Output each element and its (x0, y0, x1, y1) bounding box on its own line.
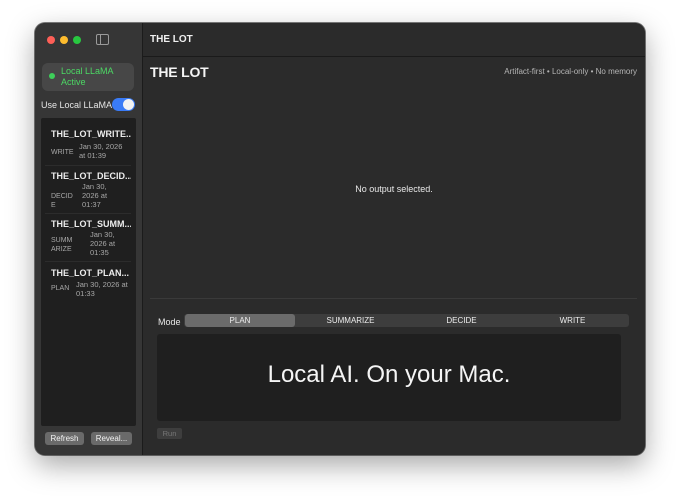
app-window: Local LLaMA Active Use Local LLaMA THE_L… (35, 23, 645, 455)
mode-plan-segment[interactable]: PLAN (185, 314, 295, 327)
item-title: THE_LOT_SUMM... (51, 219, 131, 229)
mode-label: Mode (158, 317, 181, 327)
use-local-llama-toggle[interactable] (112, 98, 135, 111)
output-list[interactable]: THE_LOT_WRITE... WRITE Jan 30, 2026 at 0… (41, 118, 136, 426)
item-title: THE_LOT_DECID... (51, 171, 131, 181)
mode-write-segment[interactable]: WRITE (517, 314, 628, 327)
item-date: Jan 30, 2026 at 01:35 (90, 230, 116, 257)
run-button[interactable]: Run (157, 428, 182, 439)
item-mode: PLAN (51, 285, 70, 292)
status-text: Local LLaMA Active (61, 66, 114, 87)
prompt-input-area[interactable]: Local AI. On your Mac. (157, 334, 621, 421)
main-panel: THE LOT THE LOT Artifact-first • Local-o… (143, 23, 645, 455)
list-item[interactable]: THE_LOT_DECID... DECIDE Jan 30, 2026 at … (45, 165, 131, 214)
sidebar: Local LLaMA Active Use Local LLaMA THE_L… (35, 23, 143, 455)
item-title: THE_LOT_PLAN... (51, 268, 130, 278)
list-item[interactable]: THE_LOT_WRITE... WRITE Jan 30, 2026 at 0… (45, 122, 131, 166)
brand-logo: THE LOT (150, 64, 209, 80)
mode-decide-segment[interactable]: DECIDE (406, 314, 517, 327)
reveal-button[interactable]: Reveal... (91, 432, 132, 445)
close-window-button[interactable] (47, 36, 55, 44)
divider (150, 298, 637, 299)
llama-status-badge: Local LLaMA Active (42, 63, 134, 91)
mode-selector[interactable]: PLAN SUMMARIZE DECIDE WRITE (184, 314, 629, 327)
refresh-button[interactable]: Refresh (45, 432, 84, 445)
item-mode: SUMMARIZE (51, 237, 73, 253)
use-local-llama-label: Use Local LLaMA (41, 100, 113, 110)
mode-summarize-segment[interactable]: SUMMARIZE (295, 314, 406, 327)
toggle-knob (123, 99, 134, 110)
output-text: Local AI. On your Mac. (267, 361, 511, 388)
list-item[interactable]: THE_LOT_SUMM... SUMMARIZE Jan 30, 2026 a… (45, 213, 131, 262)
item-mode: WRITE (51, 149, 74, 156)
window-title: THE LOT (150, 34, 193, 45)
item-date: Jan 30, 2026 at 01:33 (76, 280, 128, 298)
zoom-window-button[interactable] (73, 36, 81, 44)
status-dot-icon (49, 73, 55, 79)
item-mode: DECIDE (51, 193, 73, 209)
list-item[interactable]: THE_LOT_PLAN... PLAN Jan 30, 2026 at 01:… (45, 261, 131, 301)
item-date: Jan 30, 2026 at 01:39 (79, 142, 123, 160)
tagline: Artifact-first • Local-only • No memory (504, 67, 637, 76)
item-title: THE_LOT_WRITE... (51, 129, 131, 139)
item-date: Jan 30, 2026 at 01:37 (82, 182, 108, 209)
minimize-window-button[interactable] (60, 36, 68, 44)
title-bar: THE LOT (143, 23, 645, 57)
empty-state-message: No output selected. (355, 184, 433, 194)
sidebar-toggle-icon[interactable] (96, 34, 109, 45)
